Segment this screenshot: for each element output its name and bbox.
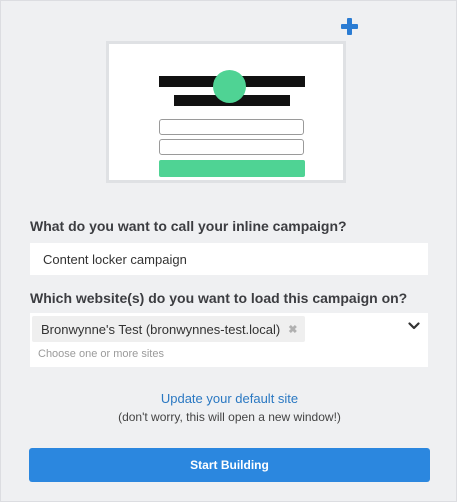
plus-icon <box>340 17 360 37</box>
update-default-site-link[interactable]: Update your default site <box>1 391 457 406</box>
preview-card <box>106 41 346 183</box>
sites-placeholder[interactable]: Choose one or more sites <box>38 348 164 360</box>
preview-field <box>159 139 304 155</box>
start-building-button[interactable]: Start Building <box>29 448 430 482</box>
campaign-name-value: Content locker campaign <box>43 251 187 267</box>
campaign-name-label: What do you want to call your inline cam… <box>30 218 347 234</box>
preview-button <box>159 160 305 177</box>
selected-site-label: Bronwynne's Test (bronwynnes-test.local) <box>41 321 281 337</box>
websites-select[interactable]: Bronwynne's Test (bronwynnes-test.local)… <box>30 313 428 367</box>
selected-site-tag: Bronwynne's Test (bronwynnes-test.local)… <box>32 316 306 342</box>
remove-tag-icon[interactable]: ✖ <box>288 323 297 336</box>
chevron-down-icon[interactable] <box>408 321 420 331</box>
campaign-name-input[interactable]: Content locker campaign <box>30 243 428 275</box>
campaign-illustration <box>106 41 352 189</box>
preview-field <box>159 119 304 135</box>
websites-label: Which website(s) do you want to load thi… <box>30 290 408 306</box>
new-window-note: (don't worry, this will open a new windo… <box>118 410 341 424</box>
preview-avatar-circle <box>213 70 246 103</box>
